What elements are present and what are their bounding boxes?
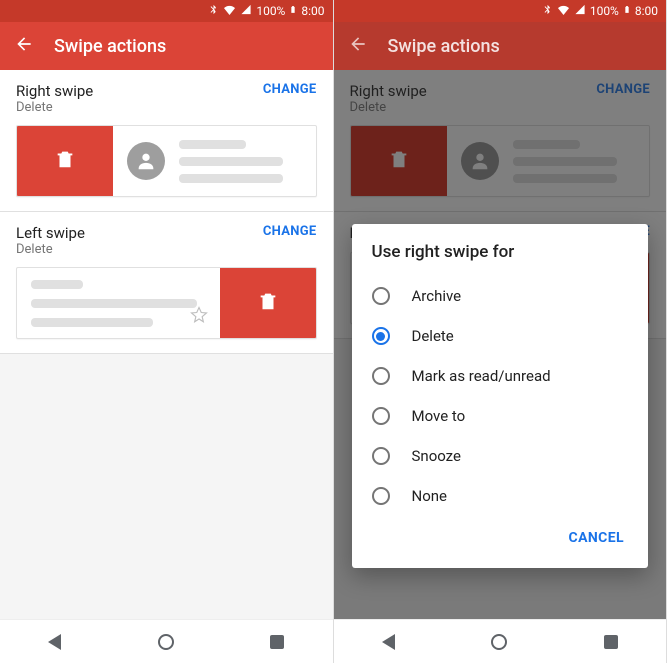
nav-back-icon[interactable] bbox=[382, 634, 395, 650]
content-area: Right swipe Delete CHANGE bbox=[0, 70, 333, 619]
radio-label: Archive bbox=[412, 287, 462, 305]
radio-label: None bbox=[412, 487, 448, 505]
message-preview bbox=[113, 126, 316, 196]
left-swipe-change-button[interactable]: CHANGE bbox=[263, 224, 317, 239]
radio-icon bbox=[372, 487, 390, 505]
page-title: Swipe actions bbox=[54, 36, 166, 57]
content-area: Right swipe Delete CHANGE bbox=[334, 70, 667, 619]
phone-right: 100% 8:00 Swipe actions Right swipe Dele… bbox=[334, 0, 667, 663]
battery-text: 100% bbox=[256, 4, 285, 18]
radio-label: Snooze bbox=[412, 447, 461, 465]
message-preview bbox=[17, 268, 220, 338]
radio-label: Move to bbox=[412, 407, 466, 425]
dialog-title: Use right swipe for bbox=[372, 242, 629, 262]
radio-option[interactable]: Mark as read/unread bbox=[372, 356, 629, 396]
avatar-icon bbox=[127, 142, 165, 180]
bluetooth-icon bbox=[542, 4, 553, 18]
radio-option[interactable]: Snooze bbox=[372, 436, 629, 476]
dialog-cancel-button[interactable]: CANCEL bbox=[565, 522, 628, 554]
swipe-action-panel bbox=[17, 126, 113, 196]
radio-option[interactable]: None bbox=[372, 476, 629, 516]
radio-icon bbox=[372, 367, 390, 385]
right-swipe-preview bbox=[16, 125, 317, 197]
back-icon[interactable] bbox=[14, 34, 34, 58]
wifi-icon bbox=[223, 4, 236, 18]
trash-icon bbox=[257, 290, 279, 316]
left-swipe-preview bbox=[16, 267, 317, 339]
nav-recents-icon[interactable] bbox=[604, 635, 618, 649]
trash-icon bbox=[54, 148, 76, 174]
radio-label: Delete bbox=[412, 327, 454, 345]
clock-text: 8:00 bbox=[635, 4, 658, 18]
android-nav-bar bbox=[334, 619, 667, 663]
radio-option[interactable]: Delete bbox=[372, 316, 629, 356]
nav-home-icon[interactable] bbox=[491, 634, 507, 650]
battery-text: 100% bbox=[590, 4, 619, 18]
nav-recents-icon[interactable] bbox=[270, 635, 284, 649]
battery-icon bbox=[289, 3, 297, 19]
left-swipe-title: Left swipe bbox=[16, 224, 85, 242]
section-left-swipe: Left swipe Delete CHANGE bbox=[0, 212, 333, 354]
signal-icon bbox=[240, 4, 252, 18]
app-bar: Swipe actions bbox=[0, 22, 333, 70]
wifi-icon bbox=[557, 4, 570, 18]
nav-home-icon[interactable] bbox=[158, 634, 174, 650]
bluetooth-icon bbox=[208, 4, 219, 18]
radio-icon bbox=[372, 327, 390, 345]
phone-left: 100% 8:00 Swipe actions Right swipe Dele… bbox=[0, 0, 334, 663]
status-bar: 100% 8:00 bbox=[334, 0, 667, 22]
signal-icon bbox=[574, 4, 586, 18]
radio-icon bbox=[372, 407, 390, 425]
back-icon[interactable] bbox=[348, 34, 368, 58]
app-bar: Swipe actions bbox=[334, 22, 667, 70]
radio-option[interactable]: Archive bbox=[372, 276, 629, 316]
swipe-action-panel bbox=[220, 268, 316, 338]
battery-icon bbox=[623, 3, 631, 19]
right-swipe-change-button[interactable]: CHANGE bbox=[263, 82, 317, 97]
nav-back-icon[interactable] bbox=[48, 634, 61, 650]
android-nav-bar bbox=[0, 619, 333, 663]
right-swipe-value: Delete bbox=[16, 100, 93, 115]
radio-icon bbox=[372, 287, 390, 305]
section-right-swipe: Right swipe Delete CHANGE bbox=[0, 70, 333, 212]
status-bar: 100% 8:00 bbox=[0, 0, 333, 22]
radio-icon bbox=[372, 447, 390, 465]
radio-group: Archive Delete Mark as read/unread Move to S… bbox=[372, 276, 629, 516]
radio-option[interactable]: Move to bbox=[372, 396, 629, 436]
clock-text: 8:00 bbox=[301, 4, 324, 18]
swipe-action-dialog: Use right swipe for Archive Delete Mark as… bbox=[352, 224, 649, 568]
star-icon bbox=[190, 306, 208, 328]
right-swipe-title: Right swipe bbox=[16, 82, 93, 100]
left-swipe-value: Delete bbox=[16, 242, 85, 257]
placeholder-lines bbox=[179, 140, 302, 183]
page-title: Swipe actions bbox=[388, 36, 500, 57]
placeholder-lines bbox=[31, 280, 206, 327]
radio-label: Mark as read/unread bbox=[412, 367, 551, 385]
